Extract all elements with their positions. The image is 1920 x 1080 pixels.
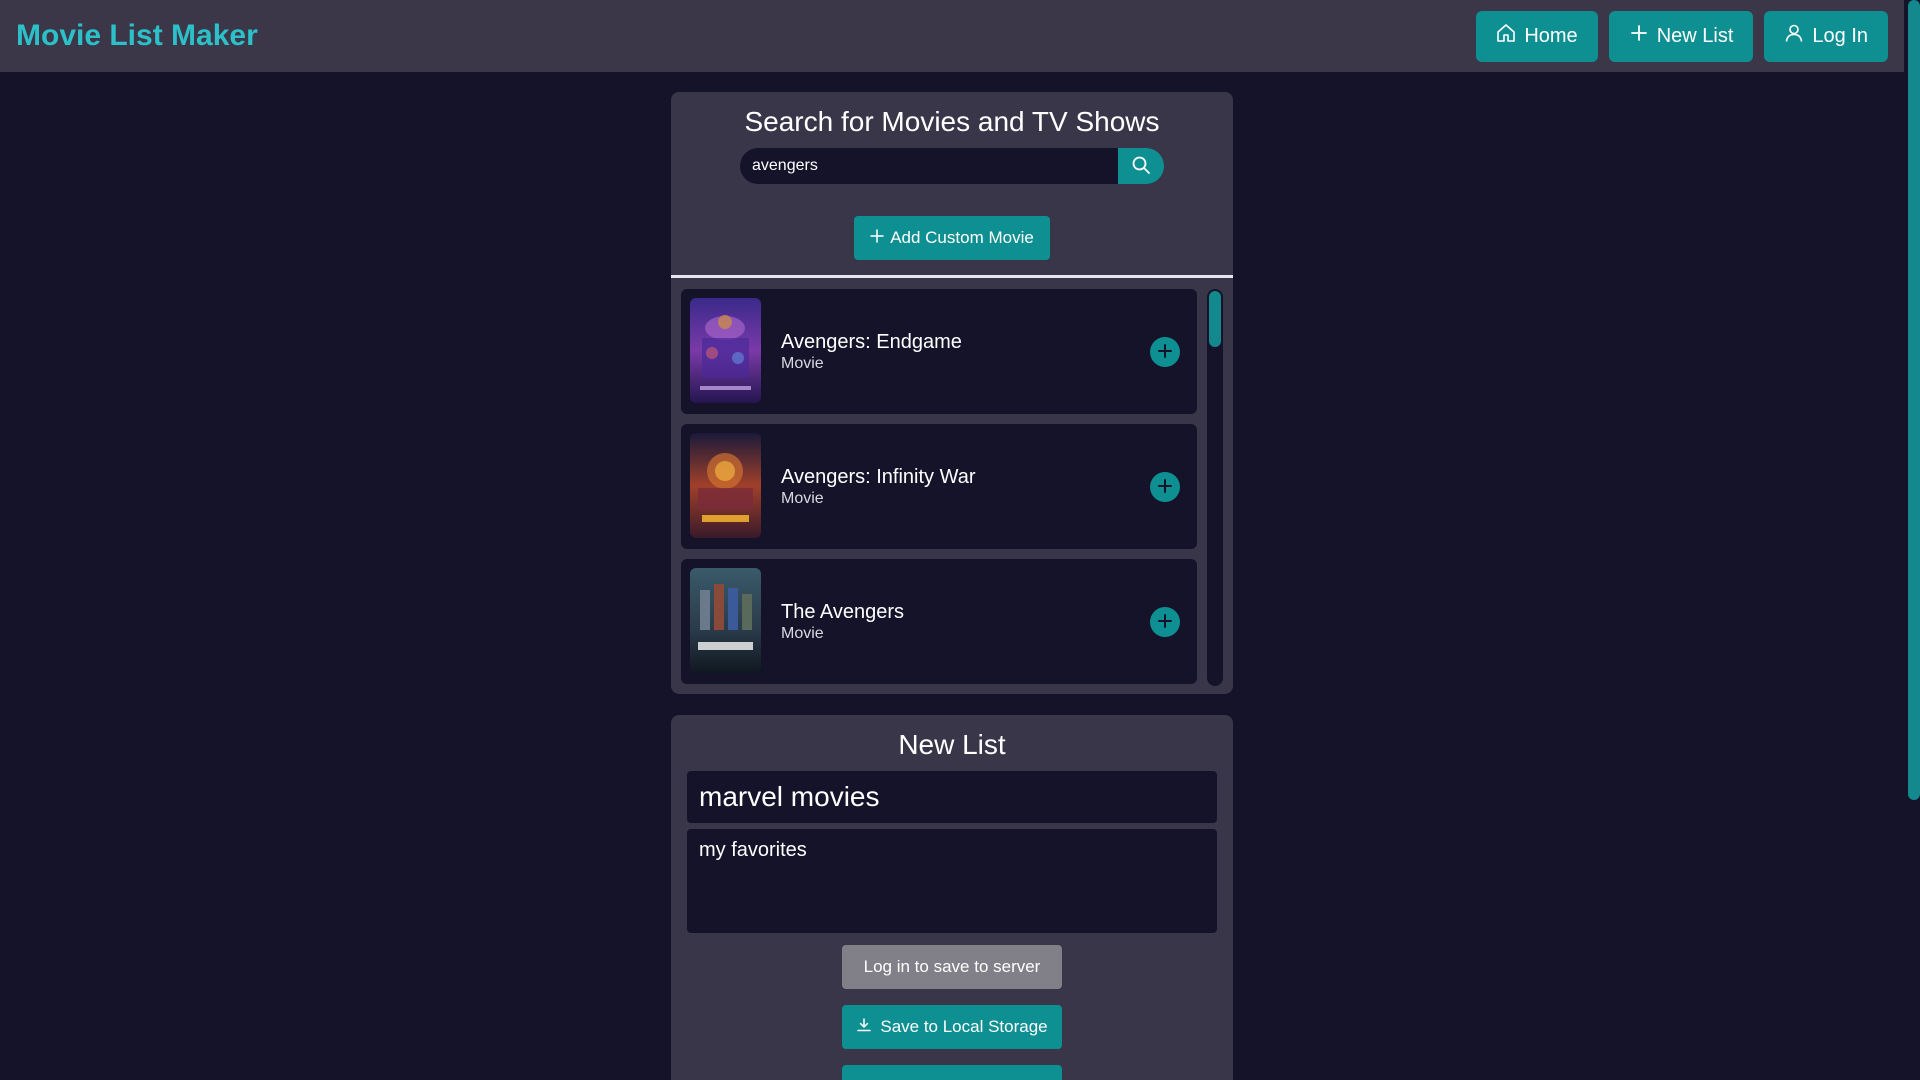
- log-in-label: Log In: [1812, 24, 1868, 47]
- plus-icon: [1157, 343, 1173, 362]
- search-title: Search for Movies and TV Shows: [744, 106, 1160, 137]
- top-navbar: Movie List Maker Home New List Log In: [0, 0, 1904, 72]
- results-scrollbar[interactable]: [1207, 289, 1223, 686]
- poster-endgame-icon: [690, 298, 761, 403]
- search-bar: [740, 148, 1164, 184]
- search-button[interactable]: [1118, 148, 1164, 184]
- new-list-label: New List: [1656, 24, 1734, 47]
- poster-infinity-war-icon: [690, 433, 761, 538]
- search-input[interactable]: [740, 148, 1118, 184]
- plus-icon: [1629, 23, 1649, 49]
- search-icon: [1131, 155, 1151, 178]
- app-logo[interactable]: Movie List Maker: [16, 19, 258, 53]
- result-item: The Avengers Movie: [681, 559, 1197, 684]
- result-title: The Avengers: [781, 601, 905, 623]
- results-scrollbar-thumb[interactable]: [1209, 291, 1221, 347]
- home-label: Home: [1524, 24, 1578, 47]
- home-button[interactable]: Home: [1476, 10, 1598, 62]
- nav-buttons: Home New List Log In: [1476, 10, 1888, 62]
- page-scrollbar[interactable]: [1904, 0, 1920, 1080]
- log-in-button[interactable]: Log In: [1764, 10, 1888, 62]
- poster-the-avengers-icon: [690, 568, 761, 673]
- result-type: Movie: [781, 625, 824, 642]
- download-icon: [856, 1017, 872, 1038]
- user-icon: [1784, 23, 1804, 49]
- result-item: Avengers: Endgame Movie: [681, 289, 1197, 414]
- add-to-list-button[interactable]: [1150, 607, 1180, 637]
- home-icon: [1496, 23, 1516, 49]
- partially-visible-button[interactable]: [842, 1065, 1062, 1080]
- result-item: Avengers: Infinity War Movie: [681, 424, 1197, 549]
- divider: [671, 275, 1233, 278]
- list-description-textarea[interactable]: my favorites: [687, 829, 1217, 933]
- add-custom-movie-button[interactable]: Add Custom Movie: [854, 216, 1050, 260]
- save-to-local-storage-label: Save to Local Storage: [880, 1017, 1048, 1036]
- search-panel: Search for Movies and TV Shows Add Custo…: [671, 92, 1233, 694]
- log-in-to-save-button[interactable]: Log in to save to server: [842, 945, 1062, 989]
- plus-icon: [1157, 478, 1173, 497]
- plus-icon: [1157, 613, 1173, 632]
- result-title: Avengers: Infinity War: [781, 466, 976, 488]
- add-custom-movie-label: Add Custom Movie: [890, 228, 1034, 247]
- list-name-input[interactable]: [687, 771, 1217, 823]
- new-list-panel: New List my favorites Log in to save to …: [671, 715, 1233, 1080]
- result-type: Movie: [781, 490, 824, 507]
- new-list-heading: New List: [898, 729, 1006, 760]
- add-to-list-button[interactable]: [1150, 337, 1180, 367]
- result-type: Movie: [781, 355, 824, 372]
- page-scrollbar-thumb[interactable]: [1908, 0, 1920, 800]
- new-list-button[interactable]: New List: [1608, 10, 1754, 62]
- add-to-list-button[interactable]: [1150, 472, 1180, 502]
- search-results: Avengers: Endgame Movie Avengers: Infini…: [681, 289, 1197, 694]
- save-to-local-storage-button[interactable]: Save to Local Storage: [842, 1005, 1062, 1049]
- plus-icon: [870, 228, 884, 248]
- result-title: Avengers: Endgame: [781, 331, 962, 353]
